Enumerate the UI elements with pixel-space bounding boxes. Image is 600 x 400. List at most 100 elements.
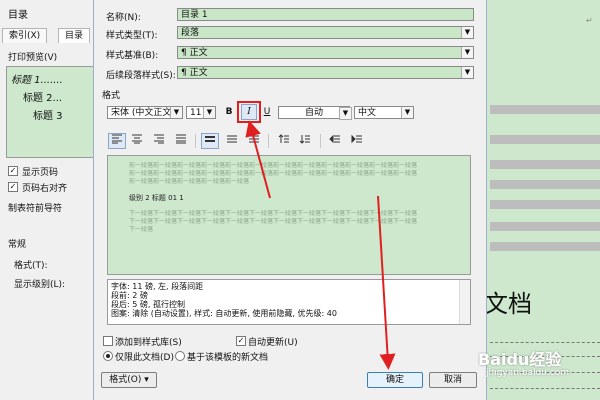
increase-indent-button[interactable]	[348, 133, 366, 149]
justify-icon	[176, 134, 186, 144]
following-style-label: 后续段落样式(S):	[106, 71, 176, 81]
font-size-select[interactable]: 11 ▼	[186, 106, 216, 119]
toc-preview-h1: 标题 1.......	[11, 75, 63, 86]
chevron-down-icon: ▼	[461, 47, 473, 58]
indent-icon	[351, 134, 362, 144]
document-canvas	[480, 0, 600, 400]
cancel-button[interactable]: 取消	[429, 372, 477, 388]
chevron-down-icon[interactable]: ▼	[339, 107, 352, 120]
toc-dialog-title: 目录	[8, 10, 28, 21]
justify-button[interactable]	[172, 133, 190, 149]
preview-sample-text: 级别 2 标题 01 1	[129, 194, 184, 202]
decrease-spacing-button[interactable]	[296, 133, 314, 149]
chevron-down-icon: ▼	[170, 107, 182, 118]
underline-button[interactable]: U	[260, 104, 274, 120]
formats-label: 格式(T):	[14, 261, 48, 271]
style-based-select[interactable]: ¶ 正文 ▼	[177, 46, 474, 59]
right-align-label: 页码右对齐	[22, 184, 68, 194]
decrease-indent-button[interactable]	[326, 133, 344, 149]
only-this-document-radio[interactable]	[103, 351, 113, 361]
watermark-brand: Baidu经验	[478, 350, 562, 369]
chevron-down-icon: ▼	[401, 107, 413, 118]
description-line: 图案: 清除 (自动设置), 样式: 自动更新, 使用前隐藏, 优先级: 40	[111, 309, 337, 318]
show-levels-label: 显示级别(L):	[14, 280, 66, 290]
style-type-value: 段落	[181, 28, 200, 38]
style-based-label: 样式基准(B):	[106, 51, 159, 61]
right-align-checkbox[interactable]: ✓	[8, 182, 18, 192]
align-left-icon	[112, 134, 122, 144]
auto-update-checkbox[interactable]: ✓	[236, 336, 246, 346]
outdent-icon	[329, 134, 340, 144]
style-preview-pane: 前一段落前一段落前一段落前一段落前一段落前一段落前一段落前一段落前一段落前一段落…	[107, 155, 471, 275]
preview-prev-paragraph: 前一段落前一段落前一段落前一段落前一段落前一段落前一段落前一段落前一段落前一段落…	[129, 170, 418, 177]
tab-leader-label: 制表符前导符	[8, 204, 63, 214]
description-line: 字体: 11 磅, 左, 段落间距	[111, 282, 204, 291]
style-type-label: 样式类型(T):	[106, 31, 158, 41]
doc-line	[490, 180, 600, 189]
doc-line	[490, 135, 600, 144]
description-line: 段前: 2 磅	[111, 291, 148, 300]
toc-preview-h2: 标题 2...	[23, 93, 63, 104]
style-type-select[interactable]: 段落 ▼	[177, 26, 474, 39]
preview-next-paragraph: 下一段落下一段落下一段落下一段落下一段落下一段落下一段落下一段落下一段落下一段落…	[129, 210, 418, 217]
bold-button[interactable]: B	[222, 104, 236, 120]
toolbar-separator	[195, 134, 196, 148]
font-color-value: 自动	[304, 108, 323, 118]
toc-print-preview: 标题 1....... 标题 2... 标题 3	[6, 66, 102, 158]
chevron-down-icon: ▼	[203, 107, 215, 118]
preview-prev-paragraph: 前一段落前一段落前一段落前一段落前一段落	[129, 178, 250, 185]
format-section-label: 格式	[102, 91, 121, 101]
name-label: 名称(N):	[106, 13, 141, 23]
line-spacing-icon	[249, 135, 259, 143]
following-style-value: ¶ 正文	[181, 68, 208, 78]
doc-line	[490, 105, 600, 114]
show-page-numbers-label: 显示页码	[22, 168, 59, 178]
italic-highlight-box	[237, 101, 261, 123]
print-preview-label: 打印预览(V)	[8, 53, 58, 63]
document-heading: 文档	[484, 290, 532, 318]
add-to-gallery-checkbox[interactable]	[103, 336, 113, 346]
format-menu-button[interactable]: 格式(O) ▾	[101, 372, 157, 388]
style-name-input[interactable]: 目录 1	[177, 8, 474, 21]
chevron-down-icon: ▼	[461, 67, 473, 78]
preview-next-paragraph: 下一段落	[129, 226, 154, 233]
spacing-up-icon	[278, 134, 289, 143]
align-center-button[interactable]	[128, 133, 146, 149]
new-docs-template-label: 基于该模板的新文档	[187, 353, 269, 363]
preview-next-paragraph: 下一段落下一段落下一段落下一段落下一段落下一段落下一段落下一段落下一段落下一段落…	[129, 218, 418, 225]
doc-divider	[490, 388, 600, 389]
line-spacing-icon	[205, 136, 215, 142]
new-docs-template-radio[interactable]	[175, 351, 185, 361]
description-scrollbar[interactable]	[459, 280, 470, 324]
following-style-select[interactable]: ¶ 正文 ▼	[177, 66, 474, 79]
double-spacing-button[interactable]	[245, 133, 263, 149]
style-based-value: ¶ 正文	[181, 48, 208, 58]
doc-line	[490, 242, 600, 251]
add-to-gallery-label: 添加到样式库(S)	[115, 338, 182, 348]
doc-line	[490, 222, 600, 231]
style-description: 字体: 11 磅, 左, 段落间距 段前: 2 磅 段后: 5 磅, 孤行控制 …	[107, 279, 471, 325]
show-page-numbers-checkbox[interactable]: ✓	[8, 166, 18, 176]
tab-index[interactable]: 索引(X)	[2, 28, 48, 43]
ok-button[interactable]: 确定	[367, 372, 423, 388]
language-value: 中文	[358, 108, 377, 118]
tab-toc[interactable]: 目录	[58, 28, 91, 43]
doc-line	[490, 160, 600, 169]
line-spacing-icon	[227, 135, 237, 143]
align-left-button[interactable]	[108, 133, 126, 149]
spacing-down-icon	[299, 135, 310, 144]
align-right-button[interactable]	[150, 133, 168, 149]
language-select[interactable]: 中文 ▼	[354, 106, 414, 119]
only-this-document-label: 仅限此文档(D)	[115, 353, 174, 363]
one-half-spacing-button[interactable]	[223, 133, 241, 149]
auto-update-label: 自动更新(U)	[248, 338, 298, 348]
align-center-icon	[132, 134, 142, 144]
doc-divider	[490, 342, 600, 343]
toolbar-separator	[268, 134, 269, 148]
align-right-icon	[154, 134, 164, 144]
single-spacing-button[interactable]	[201, 133, 219, 149]
font-name-select[interactable]: 宋体 (中文正文) ▼	[107, 106, 183, 119]
doc-line	[490, 200, 600, 209]
description-line: 段后: 5 磅, 孤行控制	[111, 300, 185, 309]
increase-spacing-before-button[interactable]	[275, 133, 293, 149]
